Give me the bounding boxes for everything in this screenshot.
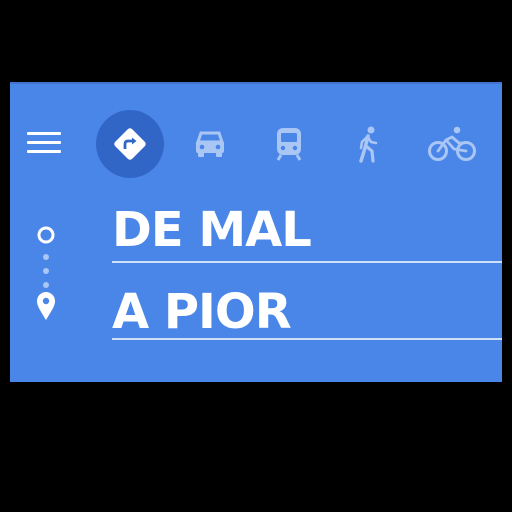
route-dot	[43, 254, 49, 260]
location-pin-icon	[37, 292, 55, 320]
travel-mode-transit-button[interactable]	[265, 120, 313, 168]
bike-icon	[428, 126, 476, 161]
destination-underline	[112, 338, 502, 340]
directions-icon	[114, 128, 146, 160]
walk-icon	[359, 126, 378, 163]
transit-icon	[276, 128, 302, 161]
car-icon	[195, 131, 225, 157]
origin-circle-icon	[37, 226, 55, 244]
directions-panel: DE MAL A PIOR	[10, 82, 502, 382]
route-dot	[43, 282, 49, 288]
origin-underline	[112, 261, 502, 263]
destination-input[interactable]: A PIOR	[112, 284, 502, 340]
route-indicator	[37, 226, 55, 320]
travel-mode-bike-button[interactable]	[422, 120, 482, 168]
travel-mode-directions-button[interactable]	[96, 110, 164, 178]
travel-mode-car-button[interactable]	[186, 120, 234, 168]
route-dot	[43, 268, 49, 274]
origin-input[interactable]: DE MAL	[112, 202, 502, 258]
menu-icon[interactable]	[27, 132, 61, 154]
travel-mode-walk-button[interactable]	[344, 120, 392, 168]
